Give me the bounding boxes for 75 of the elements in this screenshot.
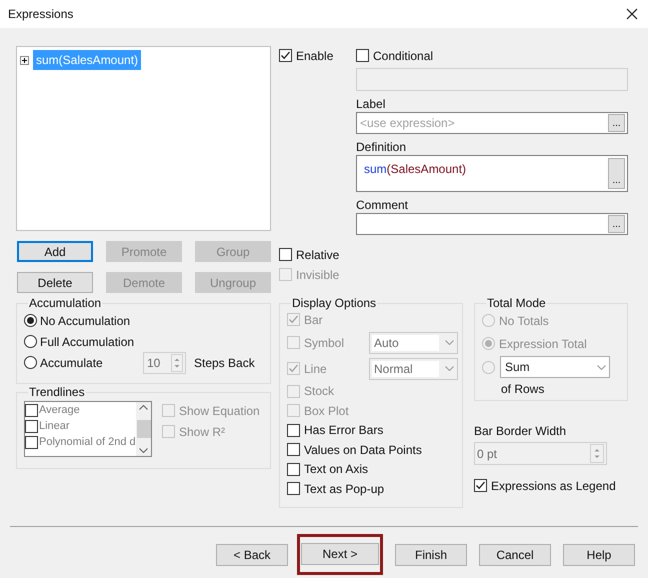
checkbox-label: Text on Axis bbox=[304, 461, 368, 478]
checkbox[interactable] bbox=[287, 462, 300, 476]
radio-label: of Rows bbox=[501, 381, 546, 398]
checkbox-label: Values on Data Points bbox=[304, 442, 422, 459]
scrollbar[interactable] bbox=[136, 402, 151, 456]
close-icon[interactable] bbox=[626, 8, 638, 20]
window-title: Expressions bbox=[8, 6, 74, 23]
checkbox-label: Expressions as Legend bbox=[491, 478, 616, 494]
checkbox-label: Symbol bbox=[304, 334, 344, 352]
steps-spinner[interactable]: 10 bbox=[143, 352, 186, 374]
checkbox-label: Has Error Bars bbox=[304, 422, 384, 440]
checkbox[interactable] bbox=[279, 248, 292, 261]
browse-button[interactable]: ... bbox=[608, 114, 625, 132]
chevron-down-icon bbox=[596, 364, 606, 370]
trendline-label: Average bbox=[39, 402, 80, 418]
checkbox[interactable] bbox=[25, 420, 38, 432]
checkbox[interactable] bbox=[287, 482, 300, 496]
checkbox-label: Box Plot bbox=[304, 402, 349, 420]
checkbox[interactable] bbox=[25, 436, 38, 448]
footer-button[interactable]: < Back bbox=[216, 544, 288, 566]
field-label: Definition bbox=[356, 139, 408, 155]
radio-button[interactable] bbox=[24, 335, 37, 348]
radio-button[interactable] bbox=[24, 356, 37, 369]
group-title: Trendlines bbox=[28, 386, 86, 399]
radio-label: No Accumulation bbox=[40, 312, 132, 330]
chevron-down-icon bbox=[444, 366, 454, 371]
radio-button[interactable] bbox=[24, 314, 37, 327]
group-title: Total Mode bbox=[486, 297, 547, 310]
field-label: Label bbox=[356, 96, 386, 112]
checkbox-label: Line bbox=[304, 360, 327, 378]
condition-field[interactable] bbox=[356, 68, 628, 91]
checkbox-label: Show R² bbox=[179, 424, 226, 440]
expression-button[interactable]: Delete bbox=[17, 272, 93, 293]
radio-label: No Totals bbox=[499, 312, 549, 330]
group-title: Display Options bbox=[291, 297, 378, 310]
group-title: Accumulation bbox=[28, 297, 102, 310]
footer-button[interactable]: Finish bbox=[395, 544, 467, 566]
expand-icon[interactable] bbox=[20, 56, 29, 64]
checkbox[interactable] bbox=[287, 424, 300, 437]
checkbox-label: Bar bbox=[304, 312, 323, 329]
checkbox-label: Relative bbox=[296, 246, 340, 264]
footer-button[interactable]: Next > bbox=[301, 543, 379, 565]
checkbox[interactable] bbox=[287, 443, 300, 456]
spinner-arrows-icon bbox=[590, 444, 604, 463]
footer-button[interactable]: Cancel bbox=[479, 544, 551, 566]
checkbox[interactable] bbox=[279, 49, 292, 62]
radio-label: Expression Total bbox=[499, 336, 587, 352]
chevron-down-icon bbox=[444, 340, 454, 345]
checkbox[interactable] bbox=[356, 49, 369, 62]
checkbox-label: Show Equation bbox=[179, 402, 260, 420]
browse-button[interactable]: ... bbox=[608, 158, 625, 189]
checkbox-label: Enable bbox=[296, 48, 334, 64]
radio-label: Accumulate bbox=[40, 354, 104, 372]
checkbox-label: Conditional bbox=[373, 48, 434, 64]
definition-field[interactable]: sum(SalesAmount) ... bbox=[356, 155, 628, 192]
checkbox-label: Stock bbox=[304, 383, 334, 400]
field-label: Bar Border Width bbox=[474, 423, 568, 439]
footer-button[interactable]: Help bbox=[563, 544, 635, 566]
scroll-up-icon[interactable] bbox=[139, 405, 148, 410]
checkbox-label: Text as Pop-up bbox=[304, 480, 384, 498]
scroll-down-icon[interactable] bbox=[139, 448, 148, 453]
checkbox[interactable] bbox=[474, 479, 487, 492]
label-field[interactable]: <use expression> ... bbox=[356, 112, 628, 134]
bar-border-width-field[interactable]: 0 pt bbox=[474, 442, 607, 465]
trendline-label: Linear bbox=[39, 418, 70, 434]
checkbox[interactable] bbox=[25, 404, 38, 416]
steps-label: Steps Back bbox=[194, 354, 255, 372]
checkbox-label: Invisible bbox=[296, 266, 340, 284]
expression-button[interactable]: Add bbox=[17, 241, 93, 262]
trendline-label: Polynomial of 2nd d bbox=[39, 434, 136, 450]
radio-label: Full Accumulation bbox=[40, 334, 136, 350]
comment-field[interactable]: ... bbox=[356, 213, 628, 235]
field-label: Comment bbox=[356, 197, 410, 213]
browse-button[interactable]: ... bbox=[608, 215, 625, 233]
spinner-arrows-icon bbox=[171, 354, 183, 372]
